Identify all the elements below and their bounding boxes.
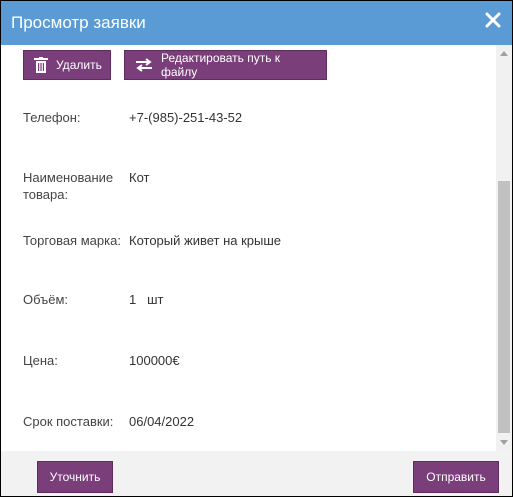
- request-view-dialog: Просмотр заявки Удалить Редактировать пу…: [0, 0, 513, 497]
- send-button-label: Отправить: [426, 470, 486, 484]
- send-button[interactable]: Отправить: [413, 461, 499, 493]
- delete-button-label: Удалить: [56, 58, 102, 72]
- vertical-scrollbar[interactable]: [496, 45, 512, 451]
- delivery-date-value: 06/04/2022: [129, 414, 195, 429]
- clarify-button-label: Уточнить: [49, 470, 101, 484]
- trash-icon: [34, 57, 48, 73]
- brand-value: Который живет на крыше: [129, 233, 282, 248]
- dialog-content[interactable]: Удалить Редактировать путь к файлу Телеф…: [1, 45, 496, 451]
- product-name-value: Кот: [129, 170, 150, 185]
- price-value: 100000€: [129, 353, 180, 368]
- scrollbar-thumb[interactable]: [498, 181, 510, 433]
- volume-value: 1 шт: [129, 292, 164, 307]
- scroll-down-arrow-icon[interactable]: [500, 440, 508, 445]
- scroll-up-arrow-icon[interactable]: [500, 51, 508, 56]
- phone-label: Телефон:: [23, 110, 81, 125]
- delete-button[interactable]: Удалить: [23, 50, 111, 80]
- volume-label: Объём:: [23, 292, 69, 307]
- edit-file-path-button[interactable]: Редактировать путь к файлу: [124, 50, 327, 80]
- delivery-date-label: Срок поставки:: [23, 414, 114, 429]
- dialog-footer: Уточнить Отправить: [1, 451, 512, 496]
- price-label: Цена:: [23, 353, 58, 368]
- edit-file-path-label: Редактировать путь к файлу: [161, 51, 281, 79]
- brand-label: Торговая марка:: [23, 233, 121, 248]
- swap-arrows-icon: [136, 58, 152, 72]
- dialog-title: Просмотр заявки: [11, 13, 146, 32]
- clarify-button[interactable]: Уточнить: [37, 461, 113, 493]
- dialog-titlebar: Просмотр заявки: [1, 1, 512, 45]
- product-name-label: Наименование товара:: [23, 170, 114, 202]
- phone-value: +7-(985)-251-43-52: [129, 110, 243, 125]
- close-icon[interactable]: [484, 11, 502, 29]
